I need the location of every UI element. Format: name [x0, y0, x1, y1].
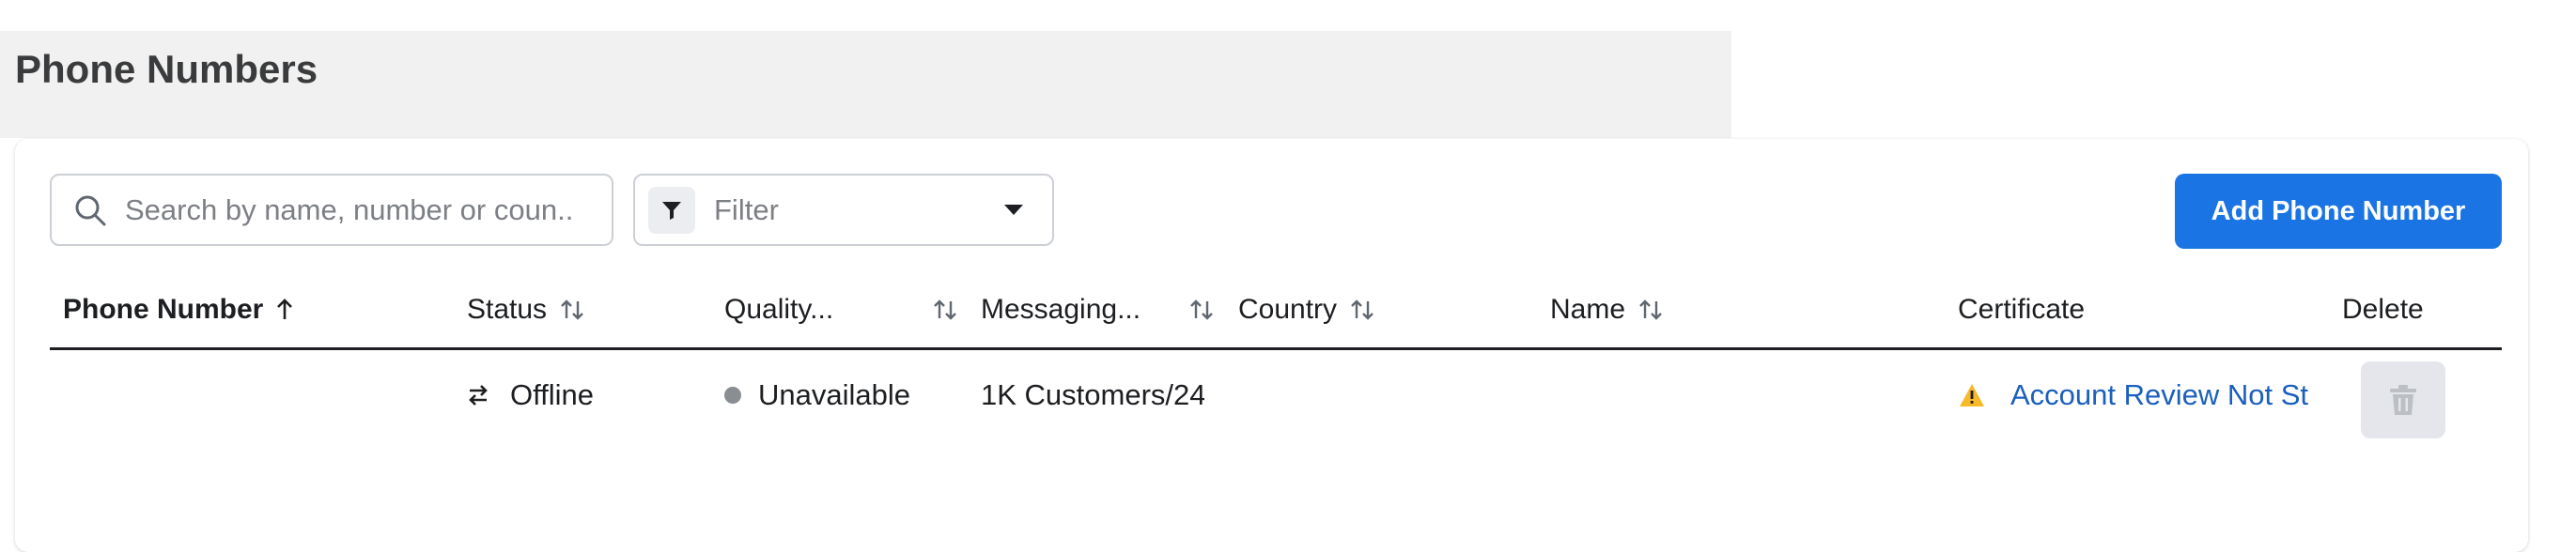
- chevron-down-icon: [1004, 204, 1023, 215]
- column-label: Messaging...: [981, 294, 1141, 325]
- page-title: Phone Numbers: [15, 47, 318, 91]
- sort-icon[interactable]: [1189, 299, 1214, 321]
- table-header: Phone Number Status Quality... Messaging…: [50, 272, 2502, 350]
- status-cell: Offline: [467, 353, 692, 437]
- sort-icon: [1639, 299, 1662, 320]
- quality-cell: Unavailable: [724, 353, 959, 437]
- column-header-quality[interactable]: Quality...: [724, 272, 833, 347]
- country-cell: [1238, 353, 1520, 437]
- column-label: Status: [467, 294, 548, 325]
- swap-arrows-icon: [469, 385, 488, 406]
- search-box[interactable]: [50, 174, 613, 246]
- column-header-delete: Delete: [2342, 272, 2424, 347]
- column-label: Certificate: [1958, 294, 2086, 325]
- column-label: Name: [1550, 294, 1626, 325]
- filter-icon: [648, 186, 695, 234]
- quality-text: Unavailable: [758, 378, 910, 411]
- search-input[interactable]: [123, 192, 578, 228]
- sort-icon: [561, 299, 583, 320]
- status-text: Offline: [510, 378, 595, 411]
- column-label: Quality...: [724, 294, 834, 325]
- column-header-phone-number[interactable]: Phone Number: [63, 272, 293, 347]
- filter-label: Filter: [714, 192, 779, 226]
- filter-dropdown[interactable]: Filter: [633, 174, 1054, 246]
- column-header-status[interactable]: Status: [467, 272, 584, 347]
- phone-number-cell: [63, 353, 439, 437]
- add-phone-number-button[interactable]: Add Phone Number: [2175, 174, 2502, 249]
- messaging-cell: 1K Customers/24: [981, 378, 1204, 411]
- column-header-certificate: Certificate: [1958, 272, 2085, 347]
- column-header-messaging[interactable]: Messaging...: [981, 272, 1141, 347]
- arrow-up-icon: [277, 299, 293, 319]
- sort-icon[interactable]: [933, 299, 957, 321]
- name-cell: [1550, 353, 1926, 437]
- search-icon: [75, 195, 106, 225]
- column-label: Country: [1238, 294, 1338, 325]
- column-label: Phone Number: [63, 294, 264, 325]
- trash-icon: [2390, 385, 2416, 415]
- delete-button[interactable]: [2361, 361, 2445, 438]
- column-header-name[interactable]: Name: [1550, 272, 1663, 347]
- table-row: Offline Unavailable 1K Customers/24 Acco…: [50, 353, 2502, 466]
- sort-icon: [1351, 299, 1373, 320]
- column-label: Delete: [2342, 294, 2424, 325]
- quality-dot: [724, 387, 741, 404]
- warning-icon: [1960, 384, 1984, 406]
- certificate-cell: Account Review Not St: [1958, 353, 2343, 437]
- phone-numbers-card: Filter Add Phone Number Phone Number Sta…: [15, 139, 2528, 552]
- column-header-country[interactable]: Country: [1238, 272, 1374, 347]
- certificate-link[interactable]: Account Review Not St: [2010, 378, 2308, 412]
